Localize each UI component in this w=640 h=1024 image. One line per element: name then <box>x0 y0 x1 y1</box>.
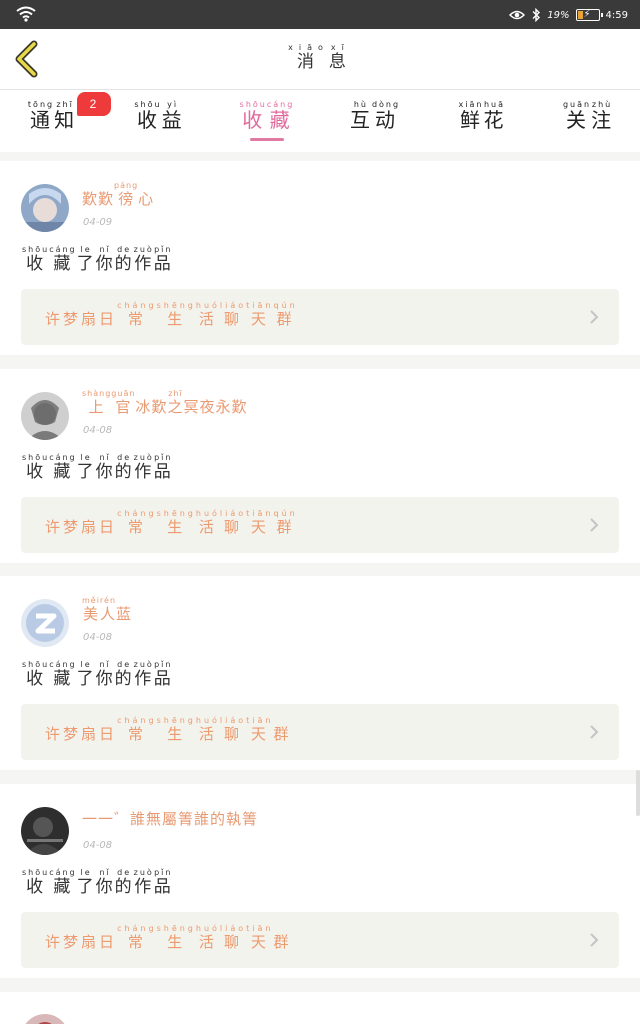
tab-notifications[interactable]: 通tōng知zhī 2 <box>7 92 111 150</box>
chevron-right-icon <box>590 518 599 532</box>
username[interactable]: 歎歎徬páng心 <box>82 181 154 209</box>
battery-icon: ⚡ <box>575 9 603 21</box>
message-date: 04-08 <box>83 840 113 851</box>
work-title: 许梦扇日常cháng生shēng活huó聊liáo天tiān群qún <box>45 509 298 536</box>
status-bar: 19% ⚡ 4:59 <box>0 0 640 29</box>
chevron-right-icon <box>590 310 599 324</box>
message-card <box>0 992 640 1024</box>
scrollbar[interactable] <box>636 770 640 816</box>
clock: 4:59 <box>605 9 628 21</box>
tab-earnings[interactable]: 收shōu益yì <box>114 100 204 150</box>
tab-flowers[interactable]: 鲜xiān花huā <box>437 100 527 150</box>
action-text: 收shōu藏cáng了le你nǐ的de作zuò品pǐn <box>22 245 173 274</box>
page-title-text: 消xiāo息xī <box>288 43 352 72</box>
avatar[interactable] <box>21 599 69 647</box>
work-title: 许梦扇日常cháng生shēng活huó聊liáo天tiān群qún <box>45 301 298 328</box>
tab-favorites[interactable]: 收shōu藏cáng <box>222 100 312 150</box>
message-card: 歎歎徬páng心 04-09 收shōu藏cáng了le你nǐ的de作zuò品p… <box>0 161 640 355</box>
header: 消xiāo息xī <box>0 29 640 90</box>
wifi-icon <box>16 6 36 22</box>
username[interactable]: 一一゛誰無屬箐誰的執箐 <box>82 808 258 829</box>
avatar[interactable] <box>21 807 69 855</box>
tab-interactions[interactable]: 互hù动dòng <box>330 100 420 150</box>
work-link[interactable]: 许梦扇日常cháng生shēng活huó聊liáo天tiān群qún <box>21 497 619 553</box>
work-link[interactable]: 许梦扇日常cháng生shēng活huó聊liáo天tiān群 <box>21 912 619 968</box>
avatar[interactable] <box>21 392 69 440</box>
username[interactable]: 美měi人rén蓝 <box>82 596 132 624</box>
page-title: 消xiāo息xī <box>0 43 640 72</box>
action-text: 收shōu藏cáng了le你nǐ的de作zuò品pǐn <box>22 453 173 482</box>
message-date: 04-08 <box>83 425 113 436</box>
notification-badge: 2 <box>77 92 111 116</box>
active-tab-indicator <box>250 138 284 141</box>
bluetooth-icon <box>532 8 541 22</box>
chevron-right-icon <box>590 725 599 739</box>
message-card: 美měi人rén蓝 04-08 收shōu藏cáng了le你nǐ的de作zuò品… <box>0 576 640 770</box>
tab-bar: 通tōng知zhī 2 收shōu益yì 收shōu藏cáng 互hù动dòng… <box>0 90 640 152</box>
work-title: 许梦扇日常cháng生shēng活huó聊liáo天tiān群 <box>45 924 292 951</box>
avatar[interactable] <box>21 184 69 232</box>
message-card: 上shàng官guān冰歎之zhī冥夜永歎 04-08 收shōu藏cáng了l… <box>0 369 640 563</box>
action-text: 收shōu藏cáng了le你nǐ的de作zuò品pǐn <box>22 868 173 897</box>
work-link[interactable]: 许梦扇日常cháng生shēng活huó聊liáo天tiān群 <box>21 704 619 760</box>
tab-follows[interactable]: 关guān注zhù <box>543 100 633 150</box>
eye-icon <box>509 10 526 20</box>
work-title: 许梦扇日常cháng生shēng活huó聊liáo天tiān群 <box>45 716 292 743</box>
username[interactable]: 上shàng官guān冰歎之zhī冥夜永歎 <box>82 389 248 417</box>
message-date: 04-08 <box>83 632 113 643</box>
message-date: 04-09 <box>83 217 113 228</box>
chevron-right-icon <box>590 933 599 947</box>
action-text: 收shōu藏cáng了le你nǐ的de作zuò品pǐn <box>22 660 173 689</box>
battery-percent: 19% <box>547 9 570 21</box>
message-card: 一一゛誰無屬箐誰的執箐 04-08 收shōu藏cáng了le你nǐ的de作zu… <box>0 784 640 978</box>
avatar[interactable] <box>21 1014 69 1024</box>
work-link[interactable]: 许梦扇日常cháng生shēng活huó聊liáo天tiān群qún <box>21 289 619 345</box>
